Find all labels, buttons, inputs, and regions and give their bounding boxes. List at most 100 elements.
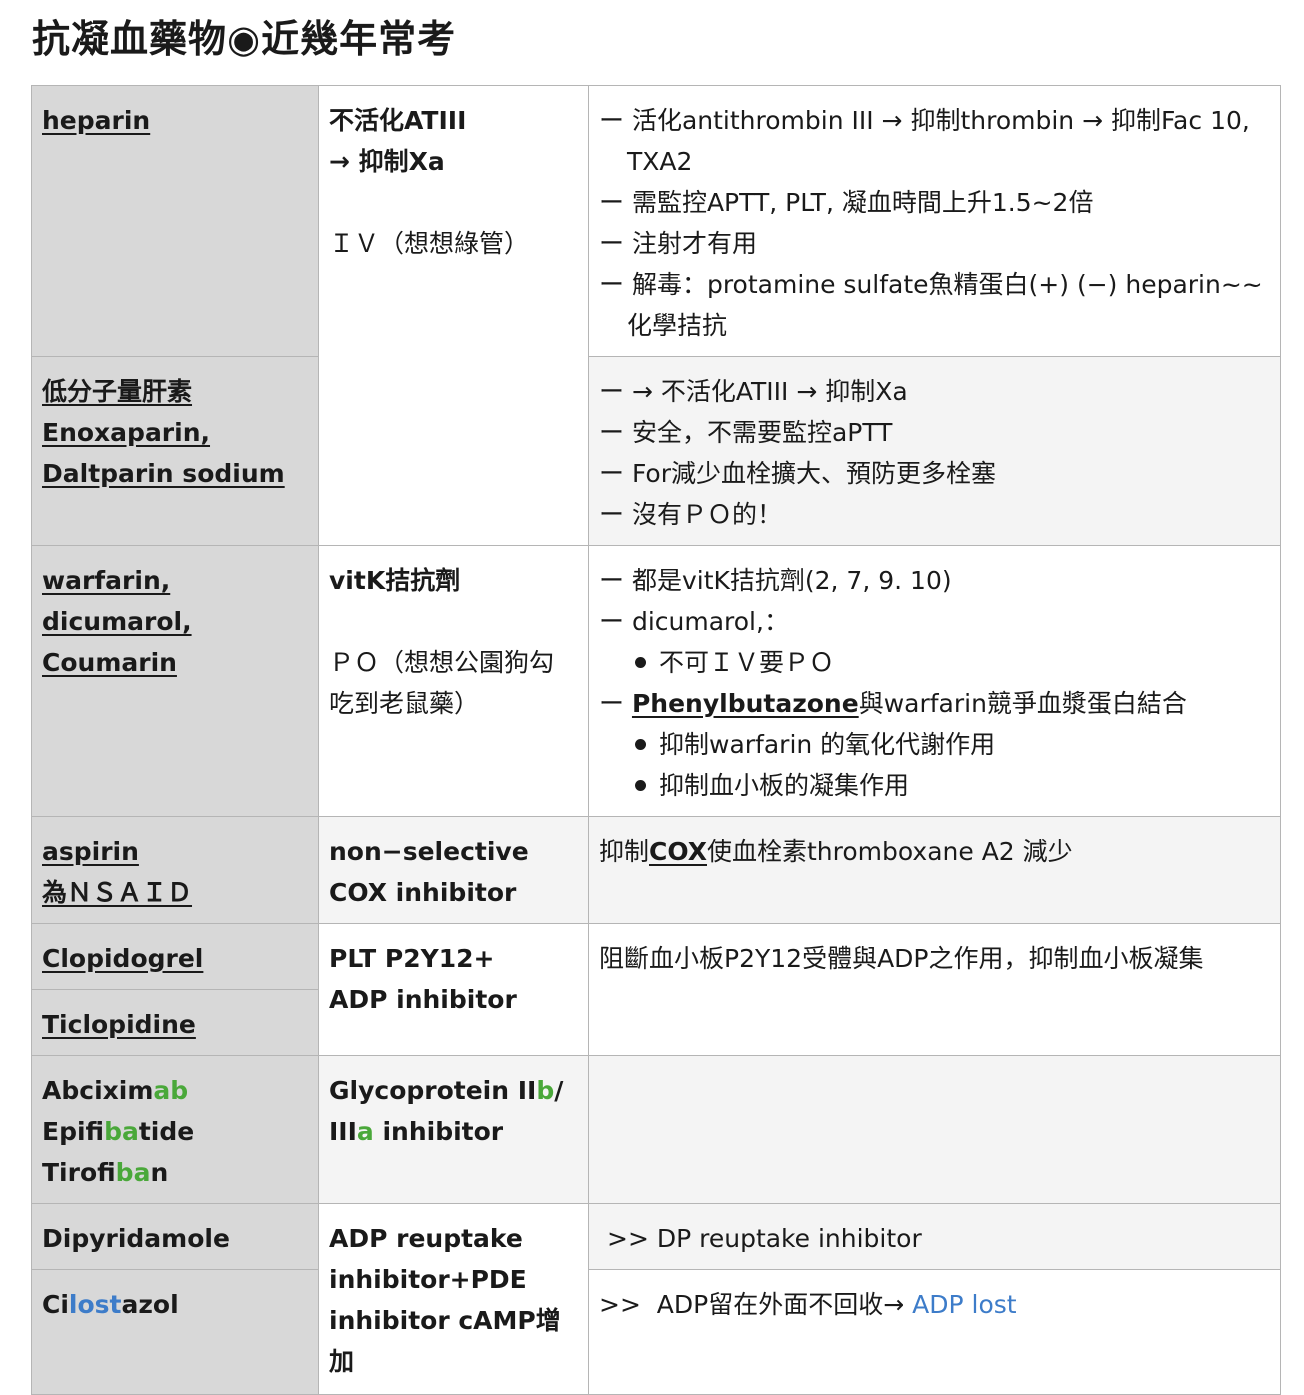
notes-cell-gp	[588, 1055, 1281, 1204]
notes-cell-p2y12: 阻斷血小板P2Y12受體與ADP之作用，抑制血小板凝集	[588, 923, 1281, 1056]
mechanism-line: COX inhibitor	[329, 878, 517, 907]
note-line: ー 注射才有用	[599, 229, 757, 258]
drug-name-epifibatide: Epifibatide	[42, 1111, 308, 1152]
bullet-item: 抑制warfarin 的氧化代謝作用	[599, 724, 1270, 765]
mechanism-text: inhibitor	[373, 1117, 504, 1146]
drug-highlight: lost	[68, 1290, 122, 1319]
drug-link-enoxaparin[interactable]: Enoxaparin,	[42, 412, 210, 453]
drug-name-cilostazol: Cilostazol	[42, 1290, 179, 1319]
drug-link-dicumarol[interactable]: dicumarol,	[42, 601, 192, 642]
drug-text: tide	[138, 1117, 195, 1146]
mechanism-text: /	[554, 1076, 564, 1105]
drug-link-aspirin[interactable]: aspirin	[42, 831, 139, 872]
mechanism-line: PLT P2Y12+	[329, 944, 495, 973]
bullet-item: 抑制血小板的凝集作用	[599, 765, 1270, 806]
drug-text: azol	[121, 1290, 179, 1319]
drug-cell-lmwh: 低分子量肝素 Enoxaparin, Daltparin sodium	[31, 356, 319, 546]
mechanism-cell-warfarin: vitK拮抗劑 ＰＯ（想想公園狗勾吃到老鼠藥）	[318, 545, 589, 817]
route-note: ＩＶ（想想綠管）	[329, 229, 530, 258]
table-row-gp-iib-iiia: Abciximab Epifibatide Tirofiban Glycopro…	[31, 1055, 1281, 1204]
bullet-item: 不可ＩＶ要ＰＯ	[599, 642, 1270, 683]
drug-text: n	[150, 1158, 169, 1187]
note-line: ー 活化antithrombin III → 抑制thrombin → 抑制Fa…	[599, 106, 1250, 176]
drug-name-dipyridamole: Dipyridamole	[42, 1224, 230, 1253]
notes-cell-cilostazol: >> ADP留在外面不回收→ ADP lost	[588, 1269, 1281, 1395]
drug-link-phenylbutazone[interactable]: Phenylbutazone	[632, 689, 859, 718]
drug-text: Ci	[42, 1290, 69, 1319]
drug-cell-warfarin: warfarin, dicumarol, Coumarin	[31, 545, 319, 817]
drug-cell-heparin: heparin	[31, 85, 319, 357]
drug-cell-gp: Abciximab Epifibatide Tirofiban	[31, 1055, 319, 1204]
drug-text: Epifi	[42, 1117, 105, 1146]
note-line: ー 需監控APTT, PLT, 凝血時間上升1.5~2倍	[599, 188, 1094, 217]
note-line: ー 解毒：protamine sulfate魚精蛋白(+) (−) hepari…	[599, 270, 1263, 340]
mechanism-cell-heparin: 不活化ATIII → 抑制Xa ＩＶ（想想綠管）	[318, 85, 589, 546]
notes-cell-aspirin: 抑制COX使血栓素thromboxane A2 減少	[588, 816, 1281, 924]
mechanism-cell-gp: Glycoprotein IIb/ IIIa inhibitor	[318, 1055, 589, 1204]
note-text: 阻斷血小板P2Y12受體與ADP之作用，抑制血小板凝集	[599, 944, 1204, 973]
drug-cell-ticlopidine: Ticlopidine	[31, 989, 319, 1056]
notes-cell-warfarin: ー 都是vitK拮抗劑(2, 7, 9. 10) ー dicumarol,： 不…	[588, 545, 1281, 817]
table-row-heparin: heparin 不活化ATIII → 抑制Xa ＩＶ（想想綠管） ー 活化ant…	[31, 85, 1281, 546]
drug-name-tirofiban: Tirofiban	[42, 1152, 308, 1193]
drug-highlight: ab	[153, 1076, 189, 1105]
drug-cell-aspirin: aspirin 為ＮＳＡＩＤ	[31, 816, 319, 924]
table-row-warfarin: warfarin, dicumarol, Coumarin vitK拮抗劑 ＰＯ…	[31, 545, 1281, 817]
route-note: ＰＯ（想想公園狗勾吃到老鼠藥）	[329, 648, 555, 718]
mechanism-line: ADP inhibitor	[329, 985, 517, 1014]
cox-link[interactable]: COX	[649, 837, 707, 866]
table-row-clopidogrel: Clopidogrel PLT P2Y12+ ADP inhibitor 阻斷血…	[31, 923, 1281, 1056]
mechanism-line: 不活化ATIII	[329, 106, 467, 135]
mechanism-cell-aspirin: non−selective COX inhibitor	[318, 816, 589, 924]
notes-cell-dipyridamole: >> DP reuptake inhibitor	[588, 1203, 1281, 1270]
drug-link-warfarin[interactable]: warfarin,	[42, 560, 170, 601]
drug-highlight: ba	[115, 1158, 151, 1187]
drug-link-lmwh[interactable]: 低分子量肝素	[42, 371, 192, 412]
mechanism-line: non−selective	[329, 837, 529, 866]
page-title: 抗凝血藥物◉近幾年常考	[32, 17, 457, 61]
drug-highlight: ba	[104, 1117, 139, 1146]
note-line: ー 都是vitK拮抗劑(2, 7, 9. 10)	[599, 566, 952, 595]
drug-cell-cilostazol: Cilostazol	[31, 1269, 319, 1395]
mechanism-line: ADP reuptake inhibitor+PDE inhibitor cAM…	[329, 1224, 561, 1376]
note-text: 與warfarin競爭血漿蛋白結合	[858, 689, 1187, 718]
note-highlight: ADP lost	[912, 1290, 1017, 1319]
mechanism-cell-p2y12: PLT P2Y12+ ADP inhibitor	[318, 923, 589, 1056]
drug-link-ticlopidine[interactable]: Ticlopidine	[42, 1010, 196, 1039]
drug-cell-dipyridamole: Dipyridamole	[31, 1203, 319, 1270]
table-row-dipyridamole: Dipyridamole ADP reuptake inhibitor+PDE …	[31, 1203, 1281, 1395]
mechanism-highlight: a	[356, 1117, 374, 1146]
drug-link-clopidogrel[interactable]: Clopidogrel	[42, 944, 203, 973]
drug-link-nsaid[interactable]: 為ＮＳＡＩＤ	[42, 872, 192, 913]
note-text: >> DP reuptake inhibitor	[607, 1224, 922, 1253]
drug-link-daltparin[interactable]: Daltparin sodium	[42, 453, 285, 494]
note-text: 使血栓素thromboxane A2 減少	[707, 837, 1073, 866]
table-row-aspirin: aspirin 為ＮＳＡＩＤ non−selective COX inhibit…	[31, 816, 1281, 924]
mechanism-text: III	[329, 1117, 357, 1146]
anticoagulant-table: heparin 不活化ATIII → 抑制Xa ＩＶ（想想綠管） ー 活化ant…	[31, 85, 1281, 1395]
note-line: ー → 不活化ATIII → 抑制Xa	[599, 377, 908, 406]
table-row-lmwh: 低分子量肝素 Enoxaparin, Daltparin sodium ー → …	[31, 356, 1281, 546]
note-text: 抑制	[599, 837, 650, 866]
drug-text: Abcixim	[42, 1076, 154, 1105]
note-line: ー dicumarol,：	[599, 607, 789, 636]
drug-link-coumarin[interactable]: Coumarin	[42, 642, 177, 683]
drug-link-heparin[interactable]: heparin	[42, 106, 150, 135]
notes-cell-heparin: ー 活化antithrombin III → 抑制thrombin → 抑制Fa…	[588, 85, 1281, 357]
drug-cell-clopidogrel: Clopidogrel	[31, 923, 319, 990]
mechanism-line: → 抑制Xa	[329, 147, 445, 176]
drug-name-abciximab: Abciximab	[42, 1070, 308, 1111]
note-line: ー 沒有ＰＯ的！	[599, 500, 782, 529]
note-line: ー 安全，不需要監控aPTT	[599, 418, 893, 447]
mechanism-line: vitK拮抗劑	[329, 566, 461, 595]
note-text: >> ADP留在外面不回收→	[599, 1290, 913, 1319]
table-row-cilostazol: Cilostazol >> ADP留在外面不回收→ ADP lost	[31, 1269, 1281, 1395]
note-line: ー For減少血栓擴大、預防更多栓塞	[599, 459, 997, 488]
mechanism-highlight: b	[536, 1076, 555, 1105]
mechanism-text: Glycoprotein II	[329, 1076, 537, 1105]
dash: ー	[599, 689, 632, 718]
mechanism-cell-adp: ADP reuptake inhibitor+PDE inhibitor cAM…	[318, 1203, 589, 1395]
note-line: ー Phenylbutazone與warfarin競爭血漿蛋白結合	[599, 683, 1270, 724]
notes-cell-lmwh: ー → 不活化ATIII → 抑制Xa ー 安全，不需要監控aPTT ー For…	[588, 356, 1281, 546]
drug-text: Tirofi	[42, 1158, 116, 1187]
